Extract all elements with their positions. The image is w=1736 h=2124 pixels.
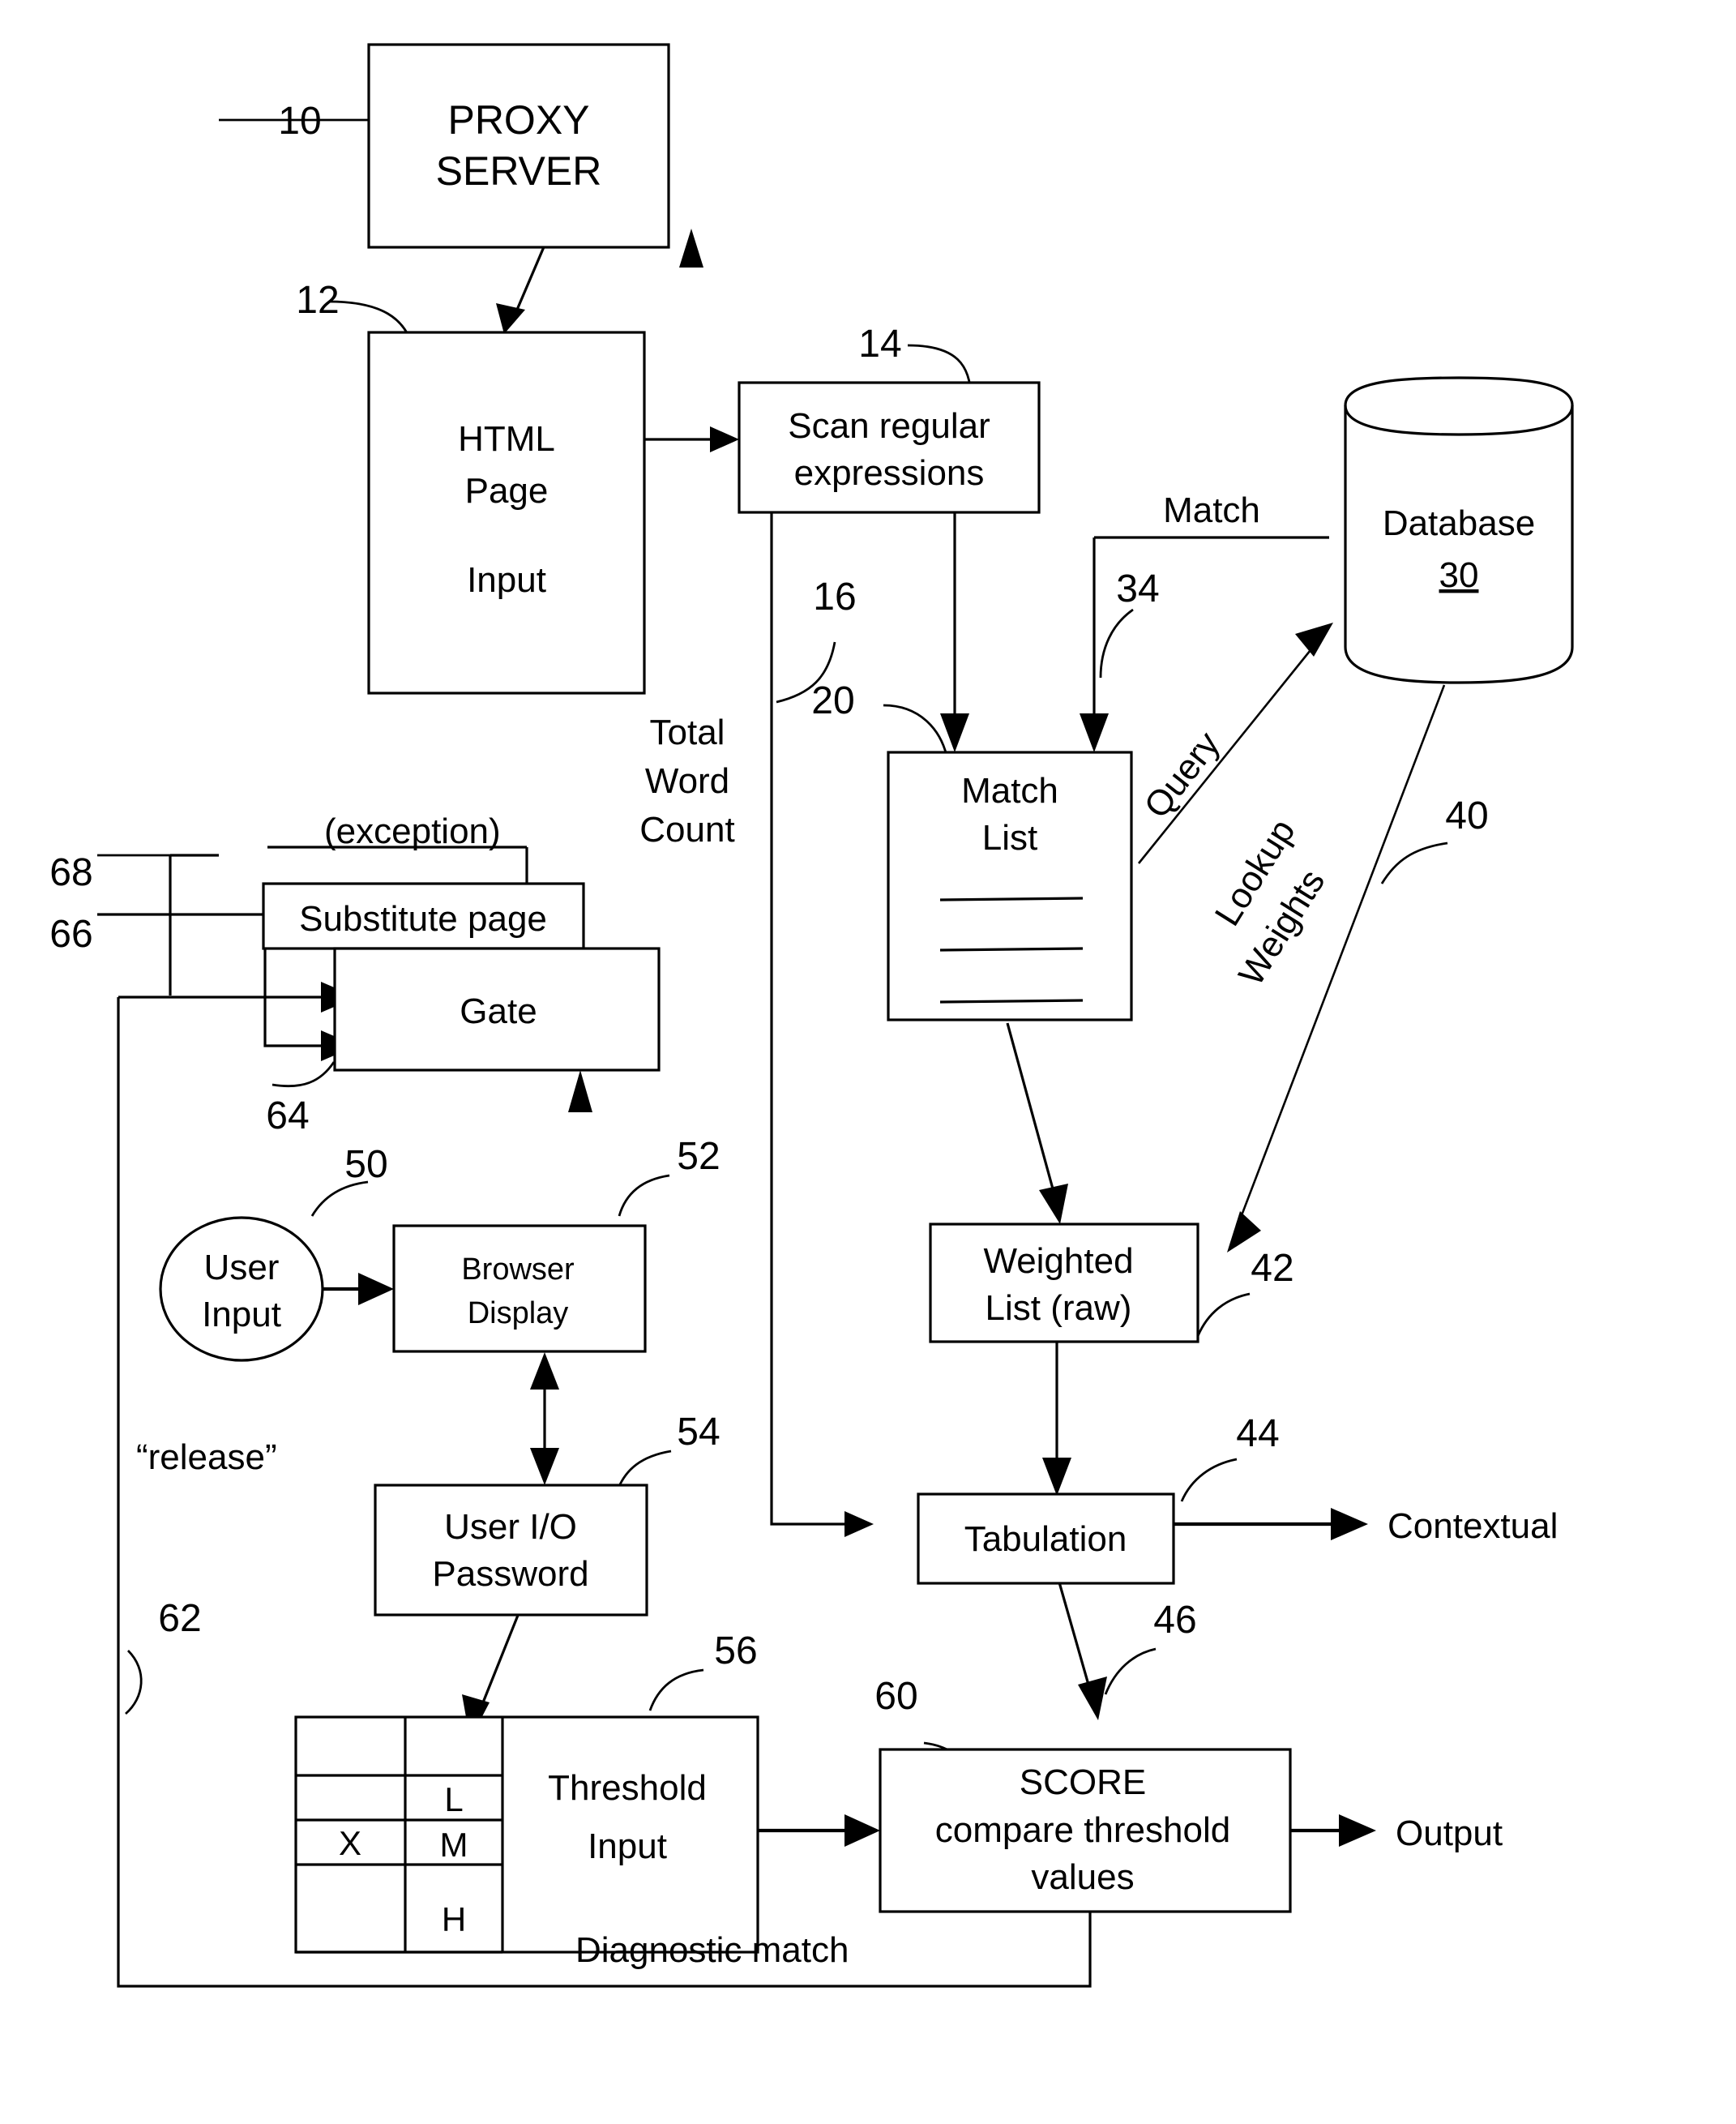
user-io-line2: Password: [432, 1554, 588, 1594]
html-page-line1: HTML: [458, 419, 555, 459]
score-line3: values: [1031, 1857, 1134, 1897]
edge-label-output: Output: [1396, 1814, 1503, 1853]
match-list-line2: List: [982, 818, 1037, 858]
ref-50: 50: [344, 1143, 387, 1186]
ref-42: 42: [1251, 1247, 1293, 1290]
edge-label-contextual: Contextual: [1388, 1506, 1558, 1546]
browser-display-line1: Browser: [461, 1253, 575, 1287]
browser-display-line2: Display: [468, 1296, 569, 1330]
edge-label-exception: (exception): [324, 811, 501, 851]
edge-label-word: Word: [645, 761, 729, 801]
threshold-cell-mark-2: X: [339, 1824, 361, 1862]
threshold-input-line2: Input: [588, 1826, 667, 1866]
patent-figure: PROXY SERVER 10 HTML Page Input 12 Scan …: [0, 0, 1736, 2124]
ref-14: 14: [858, 323, 901, 366]
edge-label-match: Match: [1163, 490, 1260, 530]
weighted-list-line2: List (raw): [986, 1288, 1132, 1328]
tabulation-label: Tabulation: [964, 1519, 1127, 1559]
edge-label-diagnostic-match: Diagnostic match: [575, 1930, 849, 1970]
database-ref-inline: 30: [1439, 555, 1479, 595]
substitute-page-label: Substitute page: [299, 899, 547, 939]
ref-54: 54: [677, 1411, 720, 1454]
user-input-line1: User: [204, 1248, 280, 1287]
ref-12: 12: [296, 279, 339, 322]
edge-label-total: Total: [650, 713, 725, 752]
ref-68: 68: [49, 851, 92, 894]
scan-regex-line2: expressions: [794, 453, 985, 493]
ref-44: 44: [1236, 1412, 1279, 1455]
threshold-cell-level-1: L: [444, 1780, 463, 1818]
weighted-list-line1: Weighted: [983, 1241, 1133, 1281]
edge-label-release: “release”: [136, 1437, 277, 1477]
html-page-line2: Page: [465, 471, 549, 511]
ref-40: 40: [1445, 794, 1488, 837]
ref-64: 64: [266, 1094, 309, 1137]
ref-66: 66: [49, 913, 92, 956]
edge-label-count: Count: [639, 810, 734, 850]
user-io-line1: User I/O: [444, 1507, 577, 1547]
threshold-cell-level-3: H: [442, 1900, 466, 1938]
edge-label-query: Query: [1136, 725, 1227, 826]
proxy-server-line1: PROXY: [447, 97, 589, 143]
user-input-line2: Input: [202, 1295, 281, 1334]
score-line1: SCORE: [1020, 1762, 1146, 1802]
database-label: Database: [1383, 503, 1535, 543]
match-list-line1: Match: [961, 771, 1058, 811]
ref-62: 62: [158, 1597, 201, 1640]
ref-52: 52: [677, 1135, 720, 1178]
proxy-server-line2: SERVER: [436, 148, 602, 194]
gate-label: Gate: [460, 991, 537, 1031]
score-line2: compare threshold: [935, 1810, 1230, 1850]
ref-56: 56: [714, 1629, 757, 1672]
ref-16: 16: [813, 576, 856, 619]
ref-46: 46: [1153, 1599, 1196, 1642]
threshold-cell-level-2: M: [440, 1826, 468, 1864]
threshold-input-line1: Threshold: [548, 1768, 707, 1808]
ref-34: 34: [1116, 567, 1159, 610]
ref-60: 60: [874, 1675, 917, 1718]
ref-20: 20: [811, 679, 854, 722]
ref-10: 10: [278, 100, 321, 143]
diagram-text-layer: PROXY SERVER 10 HTML Page Input 12 Scan …: [49, 97, 1558, 1970]
html-page-line3: Input: [467, 560, 546, 600]
scan-regex-line1: Scan regular: [788, 406, 990, 446]
